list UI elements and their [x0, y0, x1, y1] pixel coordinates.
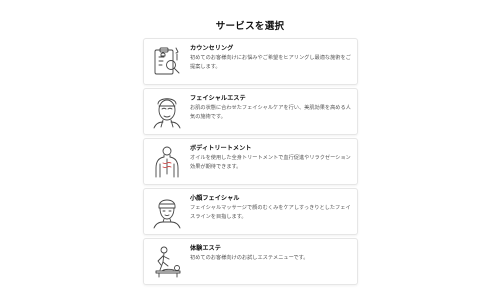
service-card-facial[interactable]: フェイシャルエステ お肌の状態に合わせたフェイシャルケアを行い、美肌効果を高める… — [143, 88, 358, 135]
service-card-counseling[interactable]: カウンセリング 初めてのお客様向けにお悩みやご希望をヒアリングし最適な施術をご提… — [143, 38, 358, 85]
service-description: オイルを使用した全身トリートメントで血行促進やリラクゼーション効果が期待できます… — [190, 155, 351, 170]
service-card-trial-esthetic[interactable]: 体験エステ 初めてのお客様向けのお試しエステメニューです。 — [143, 238, 358, 285]
service-name: ボディトリートメント — [190, 145, 252, 152]
face-towel-icon — [150, 194, 184, 230]
service-card-small-face-facial[interactable]: 小顔フェイシャル フェイシャルマッサージで顔のむくみをケアしすっきりとしたフェイ… — [143, 188, 358, 235]
service-description: 初めてのお客様向けのお試しエステメニューです。 — [190, 255, 309, 261]
service-name: カウンセリング — [190, 45, 234, 52]
body-back-icon — [150, 144, 184, 180]
service-name: 小顔フェイシャル — [190, 195, 240, 202]
service-card-body-treatment[interactable]: ボディトリートメント オイルを使用した全身トリートメントで血行促進やリラクゼーシ… — [143, 138, 358, 185]
service-name: フェイシャルエステ — [190, 95, 246, 102]
consultation-clipboard-icon — [150, 44, 184, 80]
service-description: フェイシャルマッサージで顔のむくみをケアしすっきりとしたフェイスラインを目指しま… — [190, 205, 351, 220]
facial-mask-icon — [150, 94, 184, 130]
service-description: お肌の状態に合わせたフェイシャルケアを行い、美肌効果を高める人気の施術です。 — [190, 105, 351, 120]
page-title: サービスを選択 — [215, 21, 285, 32]
service-description: 初めてのお客様向けにお悩みやご希望をヒアリングし最適な施術をご提案します。 — [190, 55, 351, 70]
service-list: カウンセリング 初めてのお客様向けにお悩みやご希望をヒアリングし最適な施術をご提… — [143, 38, 358, 288]
service-name: 体験エステ — [190, 245, 221, 252]
massage-treatment-icon — [150, 244, 184, 280]
